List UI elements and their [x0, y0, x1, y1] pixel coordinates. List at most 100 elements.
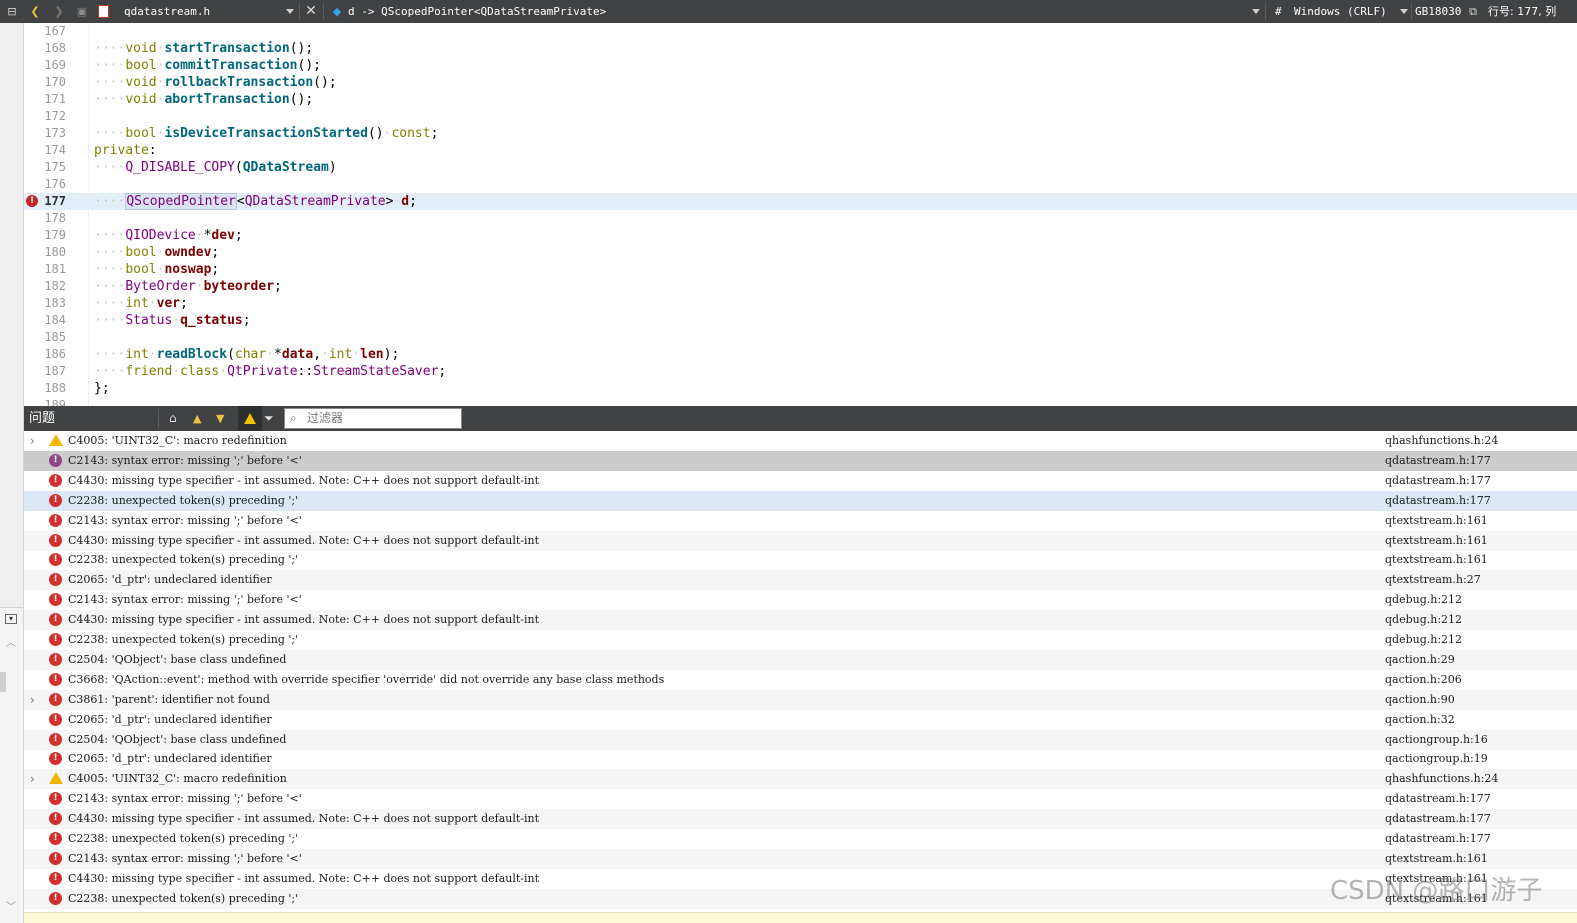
issue-row[interactable]: ! C2238: unexpected token(s) preceding ';…	[24, 490, 1577, 511]
issue-row[interactable]: ! C2065: 'd_ptr': undeclared identifier qa…	[24, 749, 1577, 769]
line-endings-dropdown-arrow-icon[interactable]	[1400, 9, 1408, 14]
issue-row[interactable]: ! C2238: unexpected token(s) preceding ';…	[24, 550, 1577, 570]
code-line[interactable]: 178	[24, 210, 1577, 227]
issue-row[interactable]: ! C4430: missing type specifier - int ass…	[24, 809, 1577, 830]
issue-row[interactable]: › C4005: 'UINT32_C': macro redefinition qh…	[24, 769, 1577, 790]
code-line[interactable]: 167	[24, 23, 1577, 40]
symbol-selector[interactable]: d -> QScopedPointer<QDataStreamPrivate>	[348, 0, 606, 23]
line-endings-selector[interactable]: Windows (CRLF)	[1294, 0, 1387, 23]
issues-list[interactable]: › C4005: 'UINT32_C': macro redefinition qh…	[24, 431, 1577, 912]
code-text: ····Status·q_status;	[94, 313, 251, 328]
issue-location[interactable]: qtextstream.h:27	[1385, 570, 1481, 590]
issue-row[interactable]: ! C2143: syntax error: missing ';' before…	[24, 590, 1577, 610]
code-line[interactable]: 175 ····Q_DISABLE_COPY(QDataStream)	[24, 159, 1577, 176]
issue-location[interactable]: qdebug.h:212	[1385, 630, 1462, 650]
symbol-dropdown-arrow-icon[interactable]	[1252, 9, 1260, 14]
issue-row[interactable]: ! C2238: unexpected token(s) preceding ';…	[24, 630, 1577, 650]
issue-row[interactable]: › C4005: 'UINT32_C': macro redefinition qh…	[24, 431, 1577, 451]
code-line[interactable]: 182 ····ByteOrder·byteorder;	[24, 278, 1577, 295]
toolbar-divider	[323, 3, 324, 20]
issue-row[interactable]: ! C2504: 'QObject': base class undefined q…	[24, 729, 1577, 750]
issue-location[interactable]: qdatastream.h:177	[1385, 789, 1491, 809]
issue-location[interactable]: qactiongroup.h:16	[1385, 730, 1488, 750]
filter-input[interactable]: ⌕ 过滤器	[284, 408, 462, 429]
issue-location[interactable]: qhashfunctions.h:24	[1385, 769, 1498, 789]
code-editor[interactable]: 167 168 ····void·startTransaction(); 169 ···…	[24, 23, 1577, 406]
issue-location[interactable]: qdebug.h:212	[1385, 590, 1462, 610]
issue-location[interactable]: qdebug.h:212	[1385, 610, 1462, 630]
issue-location[interactable]: qhashfunctions.h:24	[1385, 431, 1498, 451]
code-line[interactable]: 183 ····int·ver;	[24, 295, 1577, 312]
back-arrow-icon[interactable]: ❮	[26, 0, 44, 23]
close-file-icon[interactable]: ✕	[302, 0, 320, 23]
issue-row[interactable]: ! C2143: syntax error: missing ';' before…	[24, 450, 1577, 471]
issue-row[interactable]: ! C2238: unexpected token(s) preceding ';…	[24, 829, 1577, 849]
issue-row[interactable]: ! C2143: syntax error: missing ';' before…	[24, 511, 1577, 531]
code-line[interactable]: 168 ····void·startTransaction();	[24, 40, 1577, 57]
issue-location[interactable]: qdatastream.h:177	[1385, 829, 1491, 849]
code-line[interactable]: 189	[24, 397, 1577, 406]
collapse-panel-icon[interactable]: ▾	[5, 614, 17, 624]
issue-row[interactable]: ! C2143: syntax error: missing ';' before…	[24, 848, 1577, 869]
code-line[interactable]: 172	[24, 108, 1577, 125]
scrollbar-thumb[interactable]	[0, 672, 6, 692]
issue-location[interactable]: qtextstream.h:161	[1385, 550, 1488, 570]
issue-row[interactable]: ! C4430: missing type specifier - int ass…	[24, 471, 1577, 491]
code-line[interactable]: 179 ····QIODevice·*dev;	[24, 227, 1577, 244]
code-line[interactable]: 171 ····void·abortTransaction();	[24, 91, 1577, 108]
split-icon[interactable]: ⊟	[2, 0, 22, 23]
code-line[interactable]: 170 ····void·rollbackTransaction();	[24, 74, 1577, 91]
error-icon: !	[49, 851, 62, 865]
encoding-label[interactable]: GB18030	[1415, 0, 1461, 23]
issue-row[interactable]: ! C2065: 'd_ptr': undeclared identifier qa…	[24, 710, 1577, 730]
show-warnings-toggle[interactable]	[238, 406, 262, 431]
expand-chevron-icon[interactable]: ›	[30, 690, 35, 710]
issue-row[interactable]: ! C3668: 'QAction::event': method with ov…	[24, 670, 1577, 690]
code-line[interactable]: 188};	[24, 380, 1577, 397]
filter-icon[interactable]: ⏷	[264, 406, 274, 431]
issue-location[interactable]: qdatastream.h:177	[1385, 471, 1491, 491]
issue-location[interactable]: qtextstream.h:161	[1385, 531, 1488, 551]
code-line[interactable]: 185	[24, 329, 1577, 346]
file-dropdown-arrow-icon[interactable]	[286, 9, 294, 14]
issue-location[interactable]: qaction.h:32	[1385, 710, 1455, 730]
code-line[interactable]: 174 private:	[24, 142, 1577, 159]
next-issue-icon[interactable]: ▼	[216, 406, 224, 431]
issue-row[interactable]: ! C2143: syntax error: missing ';' before…	[24, 789, 1577, 809]
code-line[interactable]: ! 177 ····QScopedPointer<QDataStreamPrivat…	[24, 193, 1577, 210]
forward-arrow-icon[interactable]: ❯	[50, 0, 68, 23]
issue-location[interactable]: qaction.h:29	[1385, 650, 1455, 670]
expand-chevron-icon[interactable]: ›	[30, 431, 35, 451]
code-line[interactable]: 187 ····friend·class·QtPrivate::StreamSta…	[24, 363, 1577, 380]
issue-row[interactable]: ›! C3861: 'parent': identifier not found q…	[24, 689, 1577, 710]
code-line[interactable]: 186 ····int·readBlock(char·*data,·int·len…	[24, 346, 1577, 363]
issue-location[interactable]: qactiongroup.h:19	[1385, 749, 1488, 769]
previous-issue-icon[interactable]: ▲	[193, 406, 201, 431]
scroll-up-icon[interactable]: ︿	[6, 634, 16, 649]
issue-message: C2065: 'd_ptr': undeclared identifier	[68, 752, 272, 766]
issue-location[interactable]: qtextstream.h:161	[1385, 511, 1488, 531]
issue-location[interactable]: qdatastream.h:177	[1385, 451, 1491, 471]
code-line[interactable]: 169 ····bool·commitTransaction();	[24, 57, 1577, 74]
line-number: 173	[44, 126, 66, 140]
code-line[interactable]: 173 ····bool·isDeviceTransactionStarted()…	[24, 125, 1577, 142]
code-line[interactable]: 180 ····bool·owndev;	[24, 244, 1577, 261]
issue-location[interactable]: qdatastream.h:177	[1385, 491, 1491, 511]
clean-icon[interactable]: ⌂	[169, 406, 177, 431]
scroll-down-icon[interactable]: ﹀	[6, 898, 16, 913]
issue-row[interactable]: ! C2065: 'd_ptr': undeclared identifier qt…	[24, 570, 1577, 591]
issue-row[interactable]: ! C4430: missing type specifier - int ass…	[24, 530, 1577, 551]
code-line[interactable]: 181 ····bool·noswap;	[24, 261, 1577, 278]
issue-row[interactable]: ! C2504: 'QObject': base class undefined q…	[24, 649, 1577, 670]
cursor-position[interactable]: 行号: 177, 列	[1488, 0, 1556, 23]
copy-icon[interactable]: ⧉	[1465, 0, 1481, 23]
issue-row[interactable]: ! C4430: missing type specifier - int ass…	[24, 610, 1577, 631]
issue-location[interactable]: qdatastream.h:177	[1385, 809, 1491, 829]
issue-location[interactable]: qaction.h:90	[1385, 690, 1455, 710]
error-icon: !	[49, 692, 62, 706]
code-line[interactable]: 176	[24, 176, 1577, 193]
issue-location[interactable]: qtextstream.h:161	[1385, 849, 1488, 869]
issue-location[interactable]: qaction.h:206	[1385, 670, 1462, 690]
code-line[interactable]: 184 ····Status·q_status;	[24, 312, 1577, 329]
expand-chevron-icon[interactable]: ›	[30, 769, 35, 789]
